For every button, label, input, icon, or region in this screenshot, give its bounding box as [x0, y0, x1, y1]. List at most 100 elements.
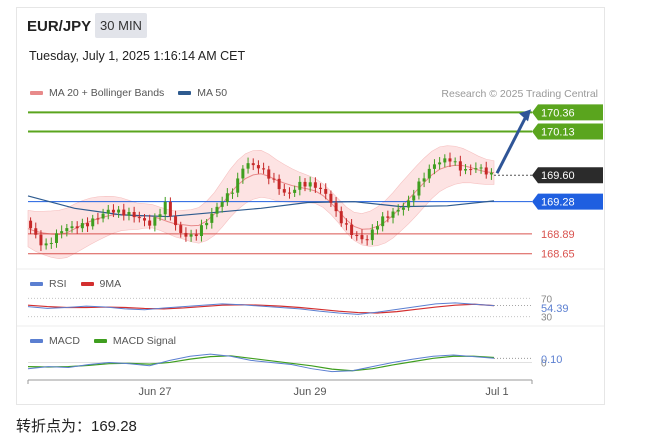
candle-body [111, 209, 115, 213]
candle-body [137, 217, 141, 219]
candle-body [29, 220, 33, 229]
candle-body [153, 217, 157, 226]
candle-body [143, 218, 146, 221]
candle-body [272, 178, 276, 180]
candle-body [308, 182, 312, 187]
candle-body [453, 161, 457, 163]
x-tick-label: Jun 27 [138, 386, 171, 398]
candle-body [324, 188, 328, 194]
candle-body [262, 168, 266, 170]
candle-body [60, 231, 64, 234]
candle-body [256, 165, 260, 169]
pivot-point-text: 转折点为：169.28 [16, 418, 137, 435]
candle-body [407, 200, 411, 208]
candle-body [469, 169, 473, 171]
candle-body [132, 211, 136, 218]
candle-body [174, 216, 178, 226]
candle-body [241, 168, 245, 179]
candle-body [344, 223, 348, 225]
candle-body [80, 223, 84, 229]
candle-body [365, 239, 369, 241]
candle-body [303, 181, 307, 187]
candle-body [458, 161, 462, 171]
level-label-169.60: 169.60 [541, 170, 575, 182]
candle-body [39, 234, 43, 246]
candle-body [350, 224, 354, 236]
candle-body [106, 209, 110, 214]
candle-body [44, 243, 48, 246]
level-label-170.36: 170.36 [541, 107, 575, 119]
candle-body [122, 209, 126, 216]
candle-body [293, 189, 297, 193]
candle-body [199, 225, 203, 237]
candle-body [163, 201, 167, 215]
candle-body [205, 222, 209, 226]
candle-body [225, 193, 229, 203]
candle-body [210, 213, 214, 223]
candle-body [319, 187, 323, 189]
candle-body [386, 216, 390, 218]
level-label-168.89: 168.89 [541, 229, 575, 241]
candle-body [220, 202, 224, 207]
candle-body [355, 235, 359, 237]
candle-body [298, 181, 302, 190]
candle-body [381, 216, 385, 227]
candle-body [215, 206, 219, 214]
candle-body [49, 242, 53, 244]
candle-body [396, 209, 400, 212]
candle-body [427, 168, 431, 179]
projection-arrow-shaft [495, 115, 528, 174]
level-label-170.13: 170.13 [541, 126, 575, 138]
candle-body [401, 207, 405, 210]
candle-body [65, 228, 69, 232]
candle-body [168, 201, 172, 217]
level-label-169.28: 169.28 [541, 197, 575, 209]
candle-body [231, 192, 235, 194]
candle-body [96, 218, 100, 220]
candle-body [189, 234, 193, 237]
candle-body [287, 192, 291, 194]
candle-body [376, 226, 379, 230]
candle-body [148, 220, 152, 226]
candle-body [489, 172, 493, 175]
macd-last-value: 0.10 [541, 354, 562, 366]
candle-body [448, 158, 452, 162]
level-label-168.65: 168.65 [541, 249, 575, 261]
candle-body [246, 163, 250, 169]
candle-body [412, 195, 416, 201]
candle-body [282, 189, 286, 193]
candle-body [464, 169, 468, 171]
candle-body [54, 233, 58, 243]
candle-body [484, 167, 488, 175]
candle-body [443, 158, 447, 163]
candle-body [339, 211, 343, 224]
candle-body [391, 211, 395, 218]
candle-body [329, 193, 333, 203]
candle-body [34, 228, 38, 235]
candle-body [334, 202, 338, 212]
candle-body [75, 226, 79, 229]
macd-line [27, 353, 495, 373]
candle-body [158, 214, 162, 218]
candle-body [179, 225, 183, 233]
candle-body [474, 168, 478, 170]
candle-body [438, 162, 442, 165]
candle-body [91, 218, 95, 227]
candle-body [127, 211, 131, 216]
candle-body [70, 226, 74, 229]
candle-body [267, 169, 271, 179]
candle-body [370, 229, 374, 241]
rsi-last-value: 54.39 [541, 303, 569, 315]
candle-body [479, 167, 483, 169]
candle-body [101, 213, 105, 219]
chart-canvas: 170.36170.13169.60169.28168.89168.657030… [17, 104, 604, 398]
x-tick-label: Jun 29 [293, 386, 326, 398]
candle-body [417, 181, 421, 196]
candle-body [194, 234, 198, 237]
candle-body [117, 209, 121, 213]
candle-body [277, 178, 281, 190]
candle-body [422, 178, 426, 182]
candle-body [360, 235, 364, 240]
candle-body [251, 163, 255, 166]
candle-body [432, 164, 436, 169]
